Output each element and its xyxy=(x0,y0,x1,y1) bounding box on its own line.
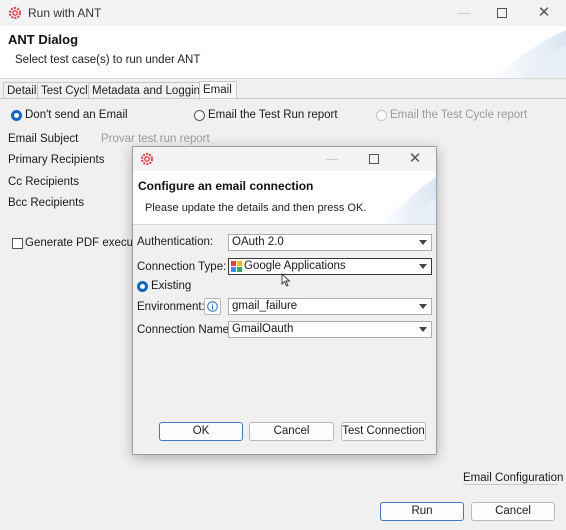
tab-divider xyxy=(0,98,566,99)
modal-header-decoration xyxy=(378,177,436,224)
google-icon xyxy=(231,261,242,272)
tab-label: Metadata and Logging xyxy=(92,85,207,97)
authentication-select[interactable]: OAuth 2.0 xyxy=(228,234,432,251)
tab-detail[interactable]: Detail xyxy=(3,82,41,99)
modal-subtitle: Please update the details and then press… xyxy=(145,202,367,214)
dialog-title: ANT Dialog xyxy=(8,32,79,47)
ok-button[interactable]: OK xyxy=(159,422,243,441)
close-icon: ✕ xyxy=(537,4,551,21)
connection-name-select[interactable]: GmailOauth xyxy=(228,321,432,338)
connection-name-label: Connection Name: xyxy=(137,324,233,336)
tab-label: Test Cycle xyxy=(41,85,95,97)
close-icon: ✕ xyxy=(408,150,422,167)
email-subject-label: Email Subject xyxy=(8,133,79,145)
chevron-down-icon xyxy=(419,264,427,269)
connection-type-value: Google Applications xyxy=(244,260,346,272)
gear-icon xyxy=(8,6,22,20)
test-connection-button[interactable]: Test Connection xyxy=(341,422,426,441)
authentication-label: Authentication: xyxy=(137,236,214,248)
close-button[interactable]: ✕ xyxy=(533,4,555,22)
primary-recipients-label: Primary Recipients xyxy=(8,154,105,166)
existing-radio[interactable] xyxy=(137,281,148,292)
header-decoration xyxy=(490,30,566,78)
tab-test-cycle[interactable]: Test Cycle xyxy=(37,82,95,99)
dialog-subtitle: Select test case(s) to run under ANT xyxy=(15,54,201,66)
modal-maximize-button[interactable] xyxy=(363,150,385,168)
email-configuration-divider xyxy=(463,484,558,485)
info-icon xyxy=(207,301,218,312)
modal-cancel-button[interactable]: Cancel xyxy=(249,422,334,441)
window-title: Run with ANT xyxy=(28,6,102,20)
window-title-bar: Run with ANT — ✕ xyxy=(0,0,566,26)
connection-type-select[interactable]: Google Applications xyxy=(228,258,432,275)
email-test-run-report-label: Email the Test Run report xyxy=(208,109,338,121)
minimize-button[interactable]: — xyxy=(453,4,475,22)
modal-minimize-button[interactable]: — xyxy=(321,150,343,168)
dont-send-email-radio[interactable] xyxy=(11,110,22,121)
environment-label: Environment: xyxy=(137,301,205,313)
email-test-run-report-radio[interactable] xyxy=(194,110,205,121)
chevron-down-icon xyxy=(419,304,427,309)
email-subject-input[interactable]: Provar test run report xyxy=(101,133,210,145)
minimize-icon: — xyxy=(325,151,339,166)
existing-label: Existing xyxy=(151,280,192,292)
authentication-value: OAuth 2.0 xyxy=(232,236,284,248)
minimize-icon: — xyxy=(457,5,471,20)
dont-send-email-label: Don't send an Email xyxy=(25,109,128,121)
tab-metadata-logging[interactable]: Metadata and Logging xyxy=(88,82,206,99)
email-test-cycle-report-radio xyxy=(376,110,387,121)
cancel-button[interactable]: Cancel xyxy=(471,502,555,521)
dialog-header: ANT Dialog Select test case(s) to run un… xyxy=(0,26,566,79)
connection-name-value: GmailOauth xyxy=(232,323,294,335)
email-configuration-label: Email Configuration xyxy=(463,472,564,484)
bcc-recipients-label: Bcc Recipients xyxy=(8,197,85,209)
connection-type-label: Connection Type: xyxy=(137,261,227,273)
generate-pdf-label: Generate PDF executio xyxy=(25,237,146,249)
run-button[interactable]: Run xyxy=(380,502,464,521)
modal-title-bar: — ✕ xyxy=(133,147,436,171)
modal-close-button[interactable]: ✕ xyxy=(404,150,426,168)
tab-label: Detail xyxy=(7,85,37,97)
generate-pdf-checkbox[interactable] xyxy=(12,238,23,249)
maximize-icon xyxy=(369,154,379,164)
environment-value: gmail_failure xyxy=(232,300,298,312)
mouse-cursor-icon xyxy=(281,273,291,287)
maximize-icon xyxy=(497,8,507,18)
maximize-button[interactable] xyxy=(491,4,513,22)
modal-title: Configure an email connection xyxy=(138,179,314,193)
cc-recipients-label: Cc Recipients xyxy=(8,176,79,188)
environment-select[interactable]: gmail_failure xyxy=(228,298,432,315)
tab-label: Email xyxy=(203,84,232,96)
email-connection-dialog: — ✕ Configure an email connection Please… xyxy=(132,146,437,455)
email-test-cycle-report-label: Email the Test Cycle report xyxy=(390,109,528,121)
chevron-down-icon xyxy=(419,327,427,332)
gear-icon xyxy=(140,152,154,166)
environment-info-button[interactable] xyxy=(204,298,221,315)
chevron-down-icon xyxy=(419,240,427,245)
modal-header: Configure an email connection Please upd… xyxy=(133,171,436,225)
